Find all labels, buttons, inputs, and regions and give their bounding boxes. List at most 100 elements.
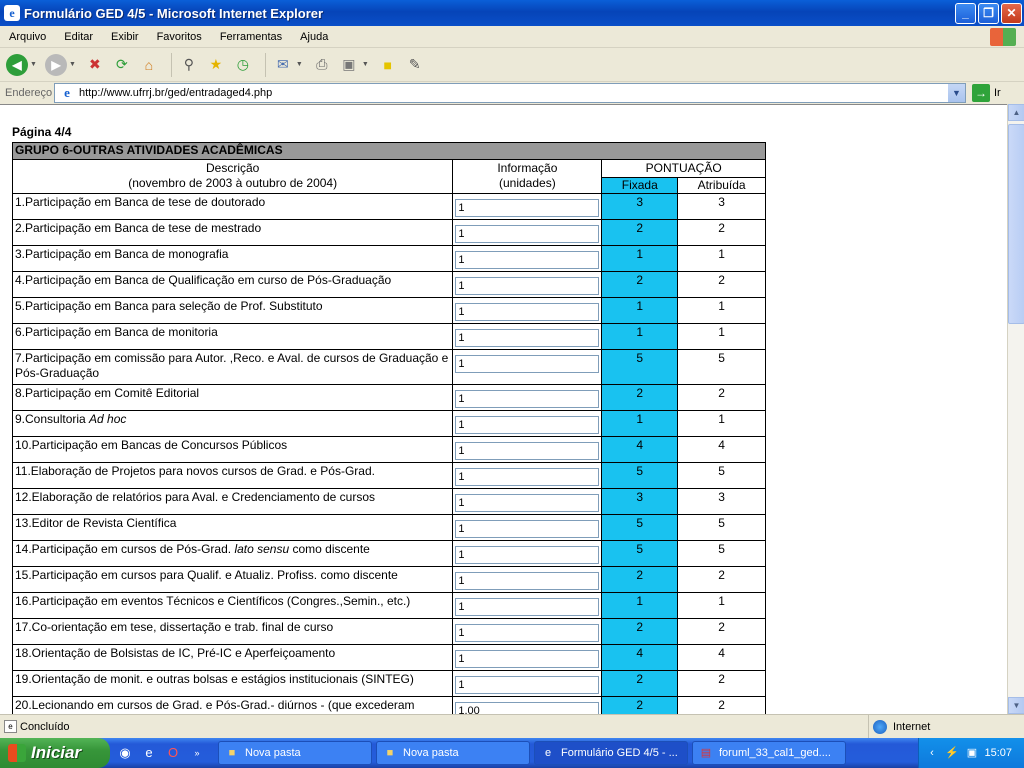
- edit-icon[interactable]: ▣: [338, 54, 360, 76]
- row-fixada: 2: [601, 566, 679, 593]
- print-icon[interactable]: ⎙: [311, 54, 333, 76]
- row-description-text: 16.Participação em eventos Técnicos e Ci…: [15, 594, 411, 608]
- toolbar-separator: [264, 52, 266, 77]
- units-input[interactable]: [455, 520, 600, 538]
- zone-label: Internet: [893, 721, 931, 733]
- start-button[interactable]: Iniciar: [0, 738, 110, 768]
- row-atribuida: 3: [677, 488, 766, 515]
- discuss-icon[interactable]: ■: [377, 54, 399, 76]
- units-input[interactable]: [455, 303, 600, 321]
- row-description-text: 1.Participação em Banca de tese de douto…: [15, 195, 266, 209]
- tray-expand-icon[interactable]: ‹: [925, 746, 939, 760]
- close-button[interactable]: ✕: [1001, 3, 1022, 24]
- row-info-cell: [452, 193, 603, 220]
- row-fixada: 3: [601, 488, 679, 515]
- task-button-ie[interactable]: e Formulário GED 4/5 - ...: [534, 741, 688, 765]
- units-input[interactable]: [455, 494, 600, 512]
- history-icon[interactable]: ◷: [232, 54, 254, 76]
- row-info-cell: [452, 514, 603, 541]
- row-fixada: 2: [601, 670, 679, 697]
- tray-volume-icon[interactable]: ▣: [965, 746, 979, 760]
- search-icon[interactable]: ⚲: [178, 54, 200, 76]
- status-bar: e Concluído Internet: [0, 714, 1024, 739]
- menu-favoritos[interactable]: Favoritos: [148, 31, 211, 43]
- forward-dropdown-icon[interactable]: ▼: [69, 61, 76, 68]
- scroll-thumb[interactable]: [1008, 124, 1024, 324]
- quicklaunch-media-icon[interactable]: ◉: [116, 744, 134, 762]
- header-informacao-label: Informação: [497, 161, 558, 175]
- back-icon[interactable]: ◀: [6, 53, 28, 76]
- windows-logo-icon: [990, 28, 1016, 46]
- row-fixada: 1: [601, 297, 679, 324]
- edit-dropdown-icon[interactable]: ▼: [362, 61, 369, 68]
- task-button-winrar[interactable]: ▤ foruml_33_cal1_ged....: [692, 741, 846, 765]
- task-label: foruml_33_cal1_ged....: [719, 747, 831, 759]
- quicklaunch-expand-icon[interactable]: »: [188, 744, 206, 762]
- units-input[interactable]: [455, 650, 600, 668]
- mail-icon[interactable]: ✉: [272, 54, 294, 76]
- row-description: 14.Participação em cursos de Pós-Grad. l…: [11, 540, 454, 567]
- favorites-icon[interactable]: ★: [205, 54, 227, 76]
- units-input[interactable]: [455, 416, 600, 434]
- scroll-down-icon[interactable]: ▼: [1008, 697, 1024, 714]
- quicklaunch-opera-icon[interactable]: O: [164, 744, 182, 762]
- quicklaunch-ie-icon[interactable]: e: [140, 744, 158, 762]
- units-input[interactable]: [455, 329, 600, 347]
- header-descricao-label: Descrição: [206, 161, 260, 175]
- units-input[interactable]: [455, 468, 600, 486]
- table-row: 2.Participação em Banca de tese de mestr…: [11, 219, 766, 246]
- row-description-text: 15.Participação em cursos para Qualif. e…: [15, 568, 398, 582]
- messenger-icon[interactable]: ✎: [404, 54, 426, 76]
- units-input[interactable]: [455, 251, 600, 269]
- vertical-scrollbar[interactable]: ▲ ▼: [1007, 104, 1024, 714]
- units-input[interactable]: [455, 572, 600, 590]
- row-info-cell: [452, 592, 603, 619]
- row-description: 13.Editor de Revista Científica: [11, 514, 454, 541]
- address-label: Endereço: [5, 87, 53, 99]
- menu-arquivo[interactable]: Arquivo: [0, 31, 55, 43]
- row-info-cell: [452, 462, 603, 489]
- ie-icon: e: [544, 747, 552, 759]
- minimize-button[interactable]: _: [955, 3, 976, 24]
- units-input[interactable]: [455, 225, 600, 243]
- row-fixada: 1: [601, 592, 679, 619]
- units-input[interactable]: [455, 442, 600, 460]
- title-bar[interactable]: e Formulário GED 4/5 - Microsoft Interne…: [0, 0, 1024, 26]
- row-info-cell: [452, 670, 603, 697]
- refresh-icon[interactable]: ⟳: [111, 54, 133, 76]
- menu-editar[interactable]: Editar: [55, 31, 102, 43]
- row-info-cell: [452, 488, 603, 515]
- units-input[interactable]: [455, 355, 600, 373]
- units-input[interactable]: [455, 624, 600, 642]
- status-text: Concluído: [20, 720, 70, 733]
- units-input[interactable]: [455, 702, 600, 714]
- mail-dropdown-icon[interactable]: ▼: [296, 61, 303, 68]
- menu-exibir[interactable]: Exibir: [102, 31, 148, 43]
- units-input[interactable]: [455, 676, 600, 694]
- address-url[interactable]: http://www.ufrrj.br/ged/entradaged4.php: [79, 87, 272, 99]
- task-button-nova-pasta-1[interactable]: ■ Nova pasta: [218, 741, 372, 765]
- task-label: Nova pasta: [403, 747, 459, 759]
- task-button-nova-pasta-2[interactable]: ■ Nova pasta: [376, 741, 530, 765]
- address-dropdown-icon[interactable]: ▼: [948, 84, 965, 102]
- table-row: 20.Lecionando em cursos de Grad. e Pós-G…: [11, 696, 766, 714]
- stop-icon[interactable]: ✖: [84, 54, 106, 76]
- tray-network-icon[interactable]: ⚡: [945, 746, 959, 760]
- units-input[interactable]: [455, 277, 600, 295]
- address-input[interactable]: e http://www.ufrrj.br/ged/entradaged4.ph…: [54, 83, 966, 103]
- menu-ferramentas[interactable]: Ferramentas: [211, 31, 291, 43]
- back-dropdown-icon[interactable]: ▼: [30, 61, 37, 68]
- units-input[interactable]: [455, 546, 600, 564]
- row-info-cell: [452, 245, 603, 272]
- units-input[interactable]: [455, 199, 600, 217]
- home-icon[interactable]: ⌂: [138, 54, 160, 76]
- maximize-button[interactable]: ❐: [978, 3, 999, 24]
- forward-icon[interactable]: ▶: [44, 53, 67, 76]
- menu-ajuda[interactable]: Ajuda: [291, 31, 337, 43]
- scroll-up-icon[interactable]: ▲: [1008, 104, 1024, 121]
- row-info-cell: [452, 349, 603, 385]
- row-description: 12.Elaboração de relatórios para Aval. e…: [11, 488, 454, 515]
- units-input[interactable]: [455, 598, 600, 616]
- units-input[interactable]: [455, 390, 600, 408]
- go-button[interactable]: → Ir: [972, 84, 1001, 102]
